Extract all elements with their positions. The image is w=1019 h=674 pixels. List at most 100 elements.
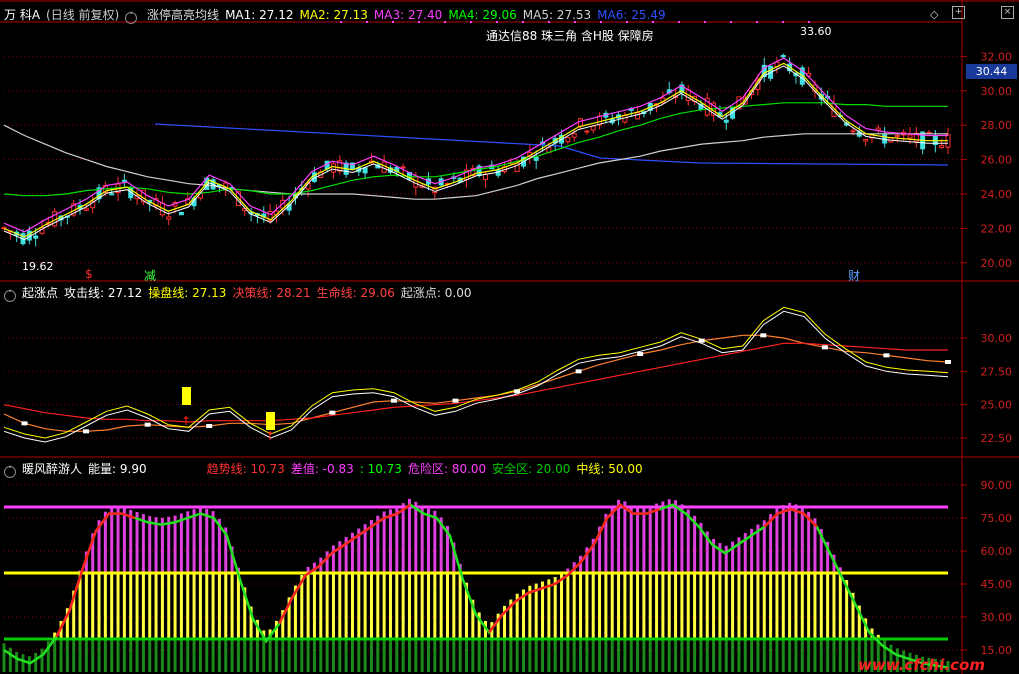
reduce-marker[interactable]: 减: [144, 267, 156, 284]
energy-bar-magenta: [667, 499, 671, 573]
energy-bar-yellow: [433, 573, 437, 639]
energy-bar-green: [167, 639, 171, 672]
panel3-value-2: : 10.73: [359, 462, 402, 476]
chevron-down-icon[interactable]: ˅: [4, 290, 16, 302]
energy-bar-green: [363, 639, 367, 672]
energy-bar-yellow: [116, 573, 120, 639]
energy-bar-magenta: [167, 516, 171, 573]
energy-bar-green: [357, 639, 361, 672]
candle-body: [483, 173, 489, 180]
energy-bar-magenta: [205, 509, 209, 573]
energy-bar-yellow: [97, 573, 101, 639]
indicator-name[interactable]: 涨停高亮均线: [147, 8, 219, 22]
energy-bar-magenta: [331, 545, 335, 573]
energy-bar-green: [445, 639, 449, 672]
energy-bar-green: [287, 639, 291, 672]
energy-bar-yellow: [699, 573, 703, 639]
energy-bar-yellow: [110, 573, 114, 639]
energy-bar-yellow: [205, 573, 209, 639]
add-icon[interactable]: +: [952, 6, 965, 19]
energy-bar-green: [642, 639, 646, 672]
energy-bar-yellow: [794, 573, 798, 639]
decision-marker: [760, 333, 767, 338]
energy-bar-yellow: [769, 573, 773, 639]
energy-bar-magenta: [192, 509, 196, 573]
energy-bar-green: [775, 639, 779, 672]
energy-bar-magenta: [642, 507, 646, 573]
candle-body: [330, 163, 336, 173]
energy-bar-green: [268, 639, 272, 672]
energy-bar-green: [515, 639, 519, 672]
energy-bar-green: [338, 639, 342, 672]
energy-bar-yellow: [395, 573, 399, 639]
energy-bar-magenta: [148, 516, 152, 573]
energy-bar-yellow: [566, 573, 570, 639]
y-tick-label: 60.00: [981, 545, 1013, 558]
energy-bar-yellow: [781, 573, 785, 639]
energy-bar-green: [433, 639, 437, 672]
stock-name[interactable]: 万 科A: [4, 8, 40, 22]
candle-body: [413, 176, 419, 188]
energy-bar-yellow: [312, 573, 316, 639]
energy-bar-yellow: [173, 573, 177, 639]
energy-bar-green: [255, 639, 259, 672]
panel3-value-1: 差值: -0.83: [290, 462, 354, 476]
energy-bar-green: [15, 651, 19, 672]
energy-bar-magenta: [617, 499, 621, 573]
diamond-icon[interactable]: ◇: [930, 8, 938, 21]
energy-bar-yellow: [579, 573, 583, 639]
energy-bar-yellow: [819, 573, 823, 639]
y-tick-label: 22.50: [981, 432, 1013, 445]
energy-bar-yellow: [122, 573, 126, 639]
dividend-marker[interactable]: $: [85, 267, 93, 281]
ma-value-2: MA3: 27.40: [373, 8, 443, 22]
energy-bar-magenta: [198, 507, 202, 573]
energy-bar-magenta: [116, 507, 120, 573]
finance-marker[interactable]: 财: [848, 267, 860, 284]
chevron-down-icon[interactable]: ˅: [125, 12, 138, 24]
energy-bar-green: [813, 639, 817, 672]
up-arrow-icon: ↑: [181, 414, 191, 428]
panel2-name[interactable]: 起涨点: [22, 286, 58, 300]
close-icon[interactable]: ×: [1001, 6, 1014, 19]
energy-bar-green: [224, 639, 228, 672]
energy-bar-green: [59, 639, 63, 672]
panel3-value-4: 安全区: 20.00: [492, 462, 571, 476]
energy-bar-green: [718, 639, 722, 672]
decision-marker: [452, 398, 459, 403]
energy-bar-yellow: [369, 573, 373, 639]
energy-bar-green: [553, 639, 557, 672]
y-tick-label: 75.00: [981, 512, 1013, 525]
energy-bar-yellow: [331, 573, 335, 639]
ma-value-4: MA5: 27.53: [522, 8, 592, 22]
energy-bar-green: [173, 639, 177, 672]
energy-bar-green: [230, 639, 234, 672]
energy-bar-green: [832, 639, 836, 672]
energy-bar-yellow: [807, 573, 811, 639]
energy-bar-yellow: [236, 573, 240, 639]
chevron-down-icon[interactable]: ˅: [4, 466, 16, 478]
energy-bar-green: [72, 639, 76, 672]
decision-marker: [883, 353, 890, 358]
energy-bar-magenta: [655, 503, 659, 573]
limit-up-marker: [756, 21, 758, 23]
energy-bar-yellow: [813, 573, 817, 639]
energy-bar-magenta: [154, 517, 158, 573]
energy-bar-yellow: [775, 573, 779, 639]
energy-bar-green: [148, 639, 152, 672]
energy-bar-yellow: [838, 573, 842, 639]
energy-bar-green: [154, 639, 158, 672]
energy-bar-yellow: [642, 573, 646, 639]
energy-bar-green: [686, 639, 690, 672]
panel2-value-2: 决策线: 28.21: [232, 286, 311, 300]
candle-body: [121, 179, 127, 182]
energy-bar-green: [439, 639, 443, 672]
panel3-name[interactable]: 暖风醉游人: [22, 462, 82, 476]
energy-bar-yellow: [737, 573, 741, 639]
energy-bar-yellow: [756, 573, 760, 639]
energy-bar-green: [743, 639, 747, 672]
signal-box: [266, 412, 275, 430]
ma2-line: [3, 62, 948, 238]
energy-bar-green: [788, 639, 792, 672]
energy-bar-yellow: [135, 573, 139, 639]
